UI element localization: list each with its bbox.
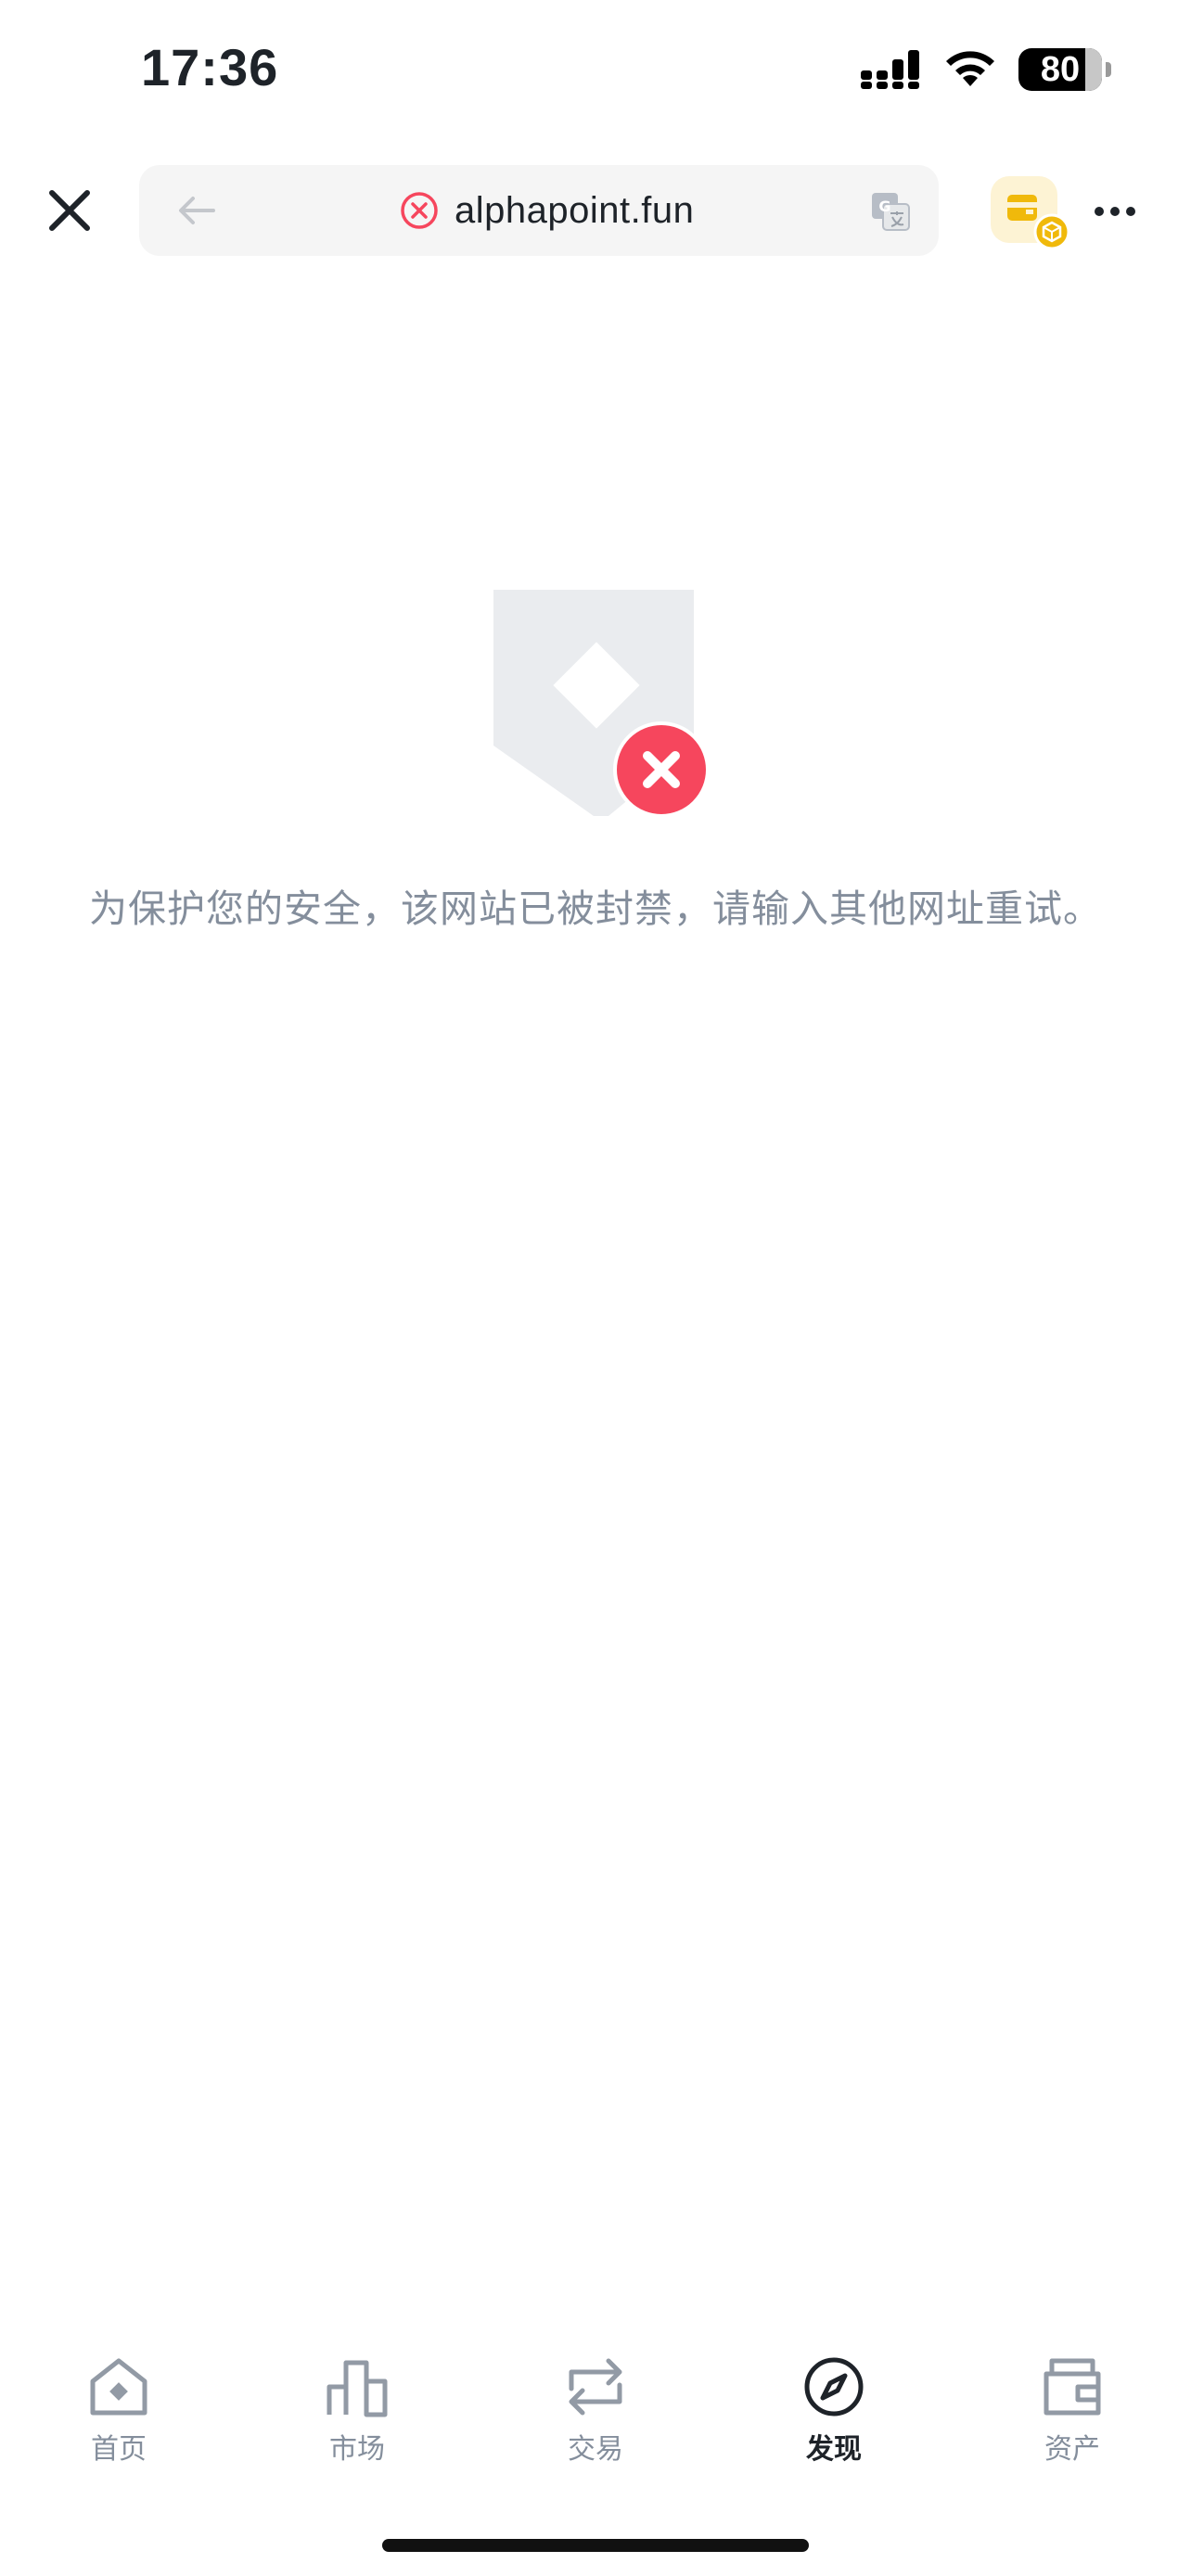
browser-nav-bar: alphapoint.fun G bbox=[0, 165, 1191, 258]
battery-icon: 80 bbox=[1018, 48, 1102, 91]
tab-label: 首页 bbox=[91, 2434, 147, 2465]
bottom-tab-bar: 首页 市场 交易 发现 资产 bbox=[0, 2355, 1191, 2485]
blocked-page-illustration bbox=[493, 590, 710, 818]
cellular-signal-icon bbox=[861, 50, 919, 89]
home-indicator[interactable] bbox=[382, 2539, 809, 2552]
status-bar: 17:36 80 bbox=[0, 0, 1191, 139]
mini-app-icon[interactable] bbox=[991, 176, 1069, 250]
tab-label: 市场 bbox=[329, 2434, 385, 2465]
url-display[interactable]: alphapoint.fun bbox=[399, 165, 694, 256]
blocked-message: 为保护您的安全，该网站已被封禁，请输入其他网址重试。 bbox=[89, 887, 1102, 930]
status-icons: 80 bbox=[861, 46, 1111, 93]
back-arrow-icon[interactable] bbox=[176, 191, 217, 230]
address-bar[interactable]: alphapoint.fun G bbox=[139, 165, 939, 256]
battery-level: 80 bbox=[1040, 50, 1081, 89]
tab-markets[interactable]: 市场 bbox=[292, 2355, 422, 2467]
svg-text:G: G bbox=[878, 198, 890, 215]
tab-discover[interactable]: 发现 bbox=[769, 2355, 899, 2467]
close-icon[interactable] bbox=[45, 185, 95, 236]
discover-compass-icon bbox=[804, 2357, 864, 2417]
tab-label: 交易 bbox=[568, 2434, 623, 2465]
wifi-icon bbox=[946, 51, 994, 86]
battery-tip bbox=[1106, 62, 1111, 77]
tab-trade[interactable]: 交易 bbox=[531, 2355, 660, 2467]
status-time: 17:36 bbox=[141, 38, 279, 96]
url-text: alphapoint.fun bbox=[455, 189, 695, 231]
tab-label: 发现 bbox=[806, 2434, 862, 2465]
translate-icon[interactable]: G bbox=[870, 191, 911, 232]
tab-home[interactable]: 首页 bbox=[54, 2355, 184, 2467]
blocked-site-icon bbox=[401, 192, 438, 229]
home-icon bbox=[90, 2358, 147, 2416]
markets-icon bbox=[327, 2360, 388, 2417]
trade-icon bbox=[569, 2358, 622, 2416]
tab-label: 资产 bbox=[1044, 2434, 1100, 2465]
wallet-icon bbox=[1044, 2358, 1101, 2416]
more-icon[interactable] bbox=[1095, 193, 1135, 230]
tab-assets[interactable]: 资产 bbox=[1007, 2355, 1137, 2467]
